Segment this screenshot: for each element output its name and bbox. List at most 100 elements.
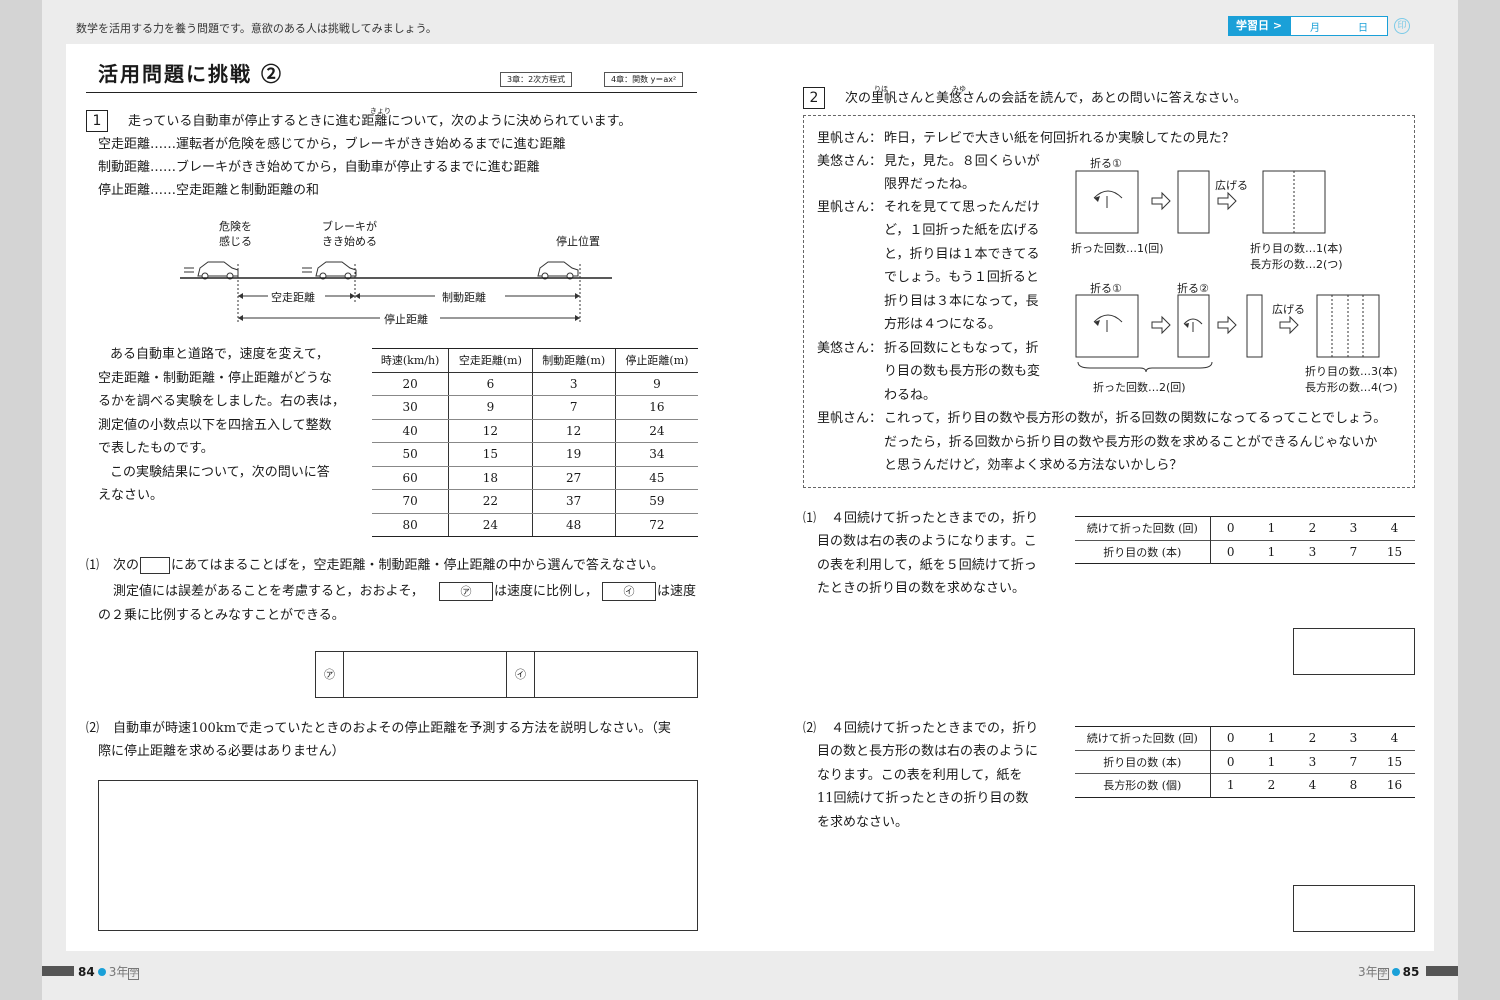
table-row: 40 12 12 24 [372, 419, 698, 443]
table-cell: 0 [1226, 754, 1235, 769]
arrow-icon [1217, 191, 1237, 211]
q1-para: この実験結果について，次の問いに答 [110, 465, 330, 480]
table-cell: 16 [614, 395, 698, 420]
table-row: 80 24 48 72 [372, 513, 698, 537]
definition: 制動距離……ブレーキがきき始めてから，自動車が停止するまでに進む距離 [98, 160, 540, 175]
answer-box-q2-2[interactable] [1293, 885, 1415, 932]
dialogue-line: でしょう。もう１回折ると [884, 270, 1039, 285]
table-cell: 4 [1308, 778, 1317, 793]
table-cell: 1 [1226, 778, 1235, 793]
table-cell: 24 [614, 419, 698, 443]
table-cell: 15 [448, 442, 533, 467]
page-number-left: 84 3年学 [78, 965, 140, 980]
title-underline [86, 92, 697, 93]
chapter-tag: 4章：関数 y＝ax² [604, 72, 684, 87]
count-label: 折った回数…2(回) [1093, 381, 1186, 394]
table-cell: 16 [1386, 778, 1403, 793]
car-icon [184, 261, 239, 280]
study-day-field[interactable]: 学習日 > 月 日 印 [1228, 16, 1411, 36]
label-kuso: 空走距離 [271, 291, 315, 304]
q1-para: えなさい。 [98, 488, 164, 503]
ans-a-label: ㋐ [316, 652, 344, 697]
ruby: みゆ [952, 85, 966, 93]
table-row: 続けて折った回数 (回) 0 1 2 3 4 [1075, 516, 1415, 540]
dialogue-line: ど，１回折った紙を広げる [884, 223, 1040, 238]
sub-label: ⑵ [86, 721, 100, 736]
page-title: 活用問題に挑戦 ② [98, 62, 283, 86]
sub-label: ⑵ [803, 721, 817, 736]
fold-diagram-1 [1075, 170, 1326, 234]
definition: 空走距離……運転者が危険を感じてから，ブレーキがきき始めるまでに進む距離 [98, 137, 566, 152]
table-cell: 50 [372, 442, 449, 467]
q1-para: ある自動車と道路で，速度を変えて， [110, 347, 329, 362]
fold-diagram-2 [1075, 294, 1380, 372]
arrow-icon [1151, 315, 1171, 335]
answer-box-q1-1[interactable]: ㋐ ㋑ [315, 651, 698, 698]
sub1-line2b: は速度に比例し， [494, 584, 599, 599]
table-cell: 1 [1267, 544, 1276, 559]
ruby: きょり [370, 107, 391, 115]
dialogue-line: わるね。 [884, 388, 937, 403]
dialogue-line: だったら，折る回数から折り目の数や長方形の数を求めることができるんじゃないか [884, 435, 1378, 450]
row-header: 長方形の数 (個) [1075, 773, 1211, 797]
fold-table-2: 続けて折った回数 (回) 0 1 2 3 4 折り目の数 (本) 0 1 3 7 15 長方形の… [1075, 726, 1415, 798]
q2-intro: 次の里帆さんと美悠さんの会話を読んで，あとの問いに答えなさい。 [845, 91, 1247, 106]
column-header: 停止距離(m) [614, 348, 698, 373]
table-cell: 34 [614, 442, 698, 467]
table-cell: 40 [372, 419, 449, 443]
q1-para: 測定値の小数点以下を四捨五入して整数 [98, 418, 332, 433]
result-label: 折り目の数…1(本) [1250, 242, 1343, 255]
sub1-line3: の２乗に比例するとみなすことができる。 [98, 608, 345, 623]
footer-bar [1426, 966, 1458, 976]
study-day-label: 学習日 > [1228, 16, 1291, 36]
table-cell: 22 [448, 489, 533, 514]
table-cell: 12 [448, 419, 533, 443]
table-cell: 27 [531, 466, 616, 490]
header-note: 数学を活用する力を養う問題です。意欲のある人は挑戦してみましょう。 [76, 22, 437, 35]
label-danger: 危険を 感じる [219, 220, 252, 248]
sub-label: ⑴ [86, 558, 100, 573]
blank-box [140, 557, 170, 574]
table-row: 70 22 37 59 [372, 489, 698, 514]
speaker: 里帆さん： [817, 200, 883, 215]
table-cell: 45 [614, 466, 698, 490]
sub1-line2c: は速度 [657, 584, 697, 599]
dialogue-line: と思うんだけど，効率よく求める方法ないかしら？ [884, 458, 1183, 473]
table-cell: 1 [1267, 731, 1276, 746]
table-cell: 20 [372, 372, 449, 396]
answer-box-q1-2[interactable] [98, 780, 698, 931]
column-header: 時速(km/h) [372, 348, 449, 373]
table-row: 長方形の数 (個) 1 2 4 8 16 [1075, 773, 1415, 797]
arrow-icon [1217, 315, 1237, 335]
dialogue-line: 方形は４つになる。 [884, 317, 1002, 332]
table-row: 続けて折った回数 (回) 0 1 2 3 4 [1075, 726, 1415, 750]
ans-b-field[interactable] [535, 652, 697, 697]
sub2-line2: 際に停止距離を求める必要はありません） [98, 744, 345, 759]
table-cell: 3 [1308, 754, 1317, 769]
column-header: 制動距離(m) [531, 348, 616, 373]
table-cell: 9 [448, 395, 533, 420]
table-cell: 18 [448, 466, 533, 490]
ans-b-label: ㋑ [507, 652, 535, 697]
study-day-input[interactable]: 月 日 [1290, 16, 1389, 36]
table-cell: 60 [372, 466, 449, 490]
ans-a-field[interactable] [344, 652, 507, 697]
dialogue-line: これって，折り目の数や長方形の数が，折る回数の関数になってるってことでしょう。 [884, 411, 1387, 426]
table-cell: 7 [1349, 754, 1358, 769]
table-cell: 3 [1349, 521, 1358, 536]
blank-b: ㋑ [602, 582, 656, 601]
car-icon [302, 261, 357, 280]
table-cell: 48 [531, 513, 616, 537]
sub-text: 11回続けて折ったときの折り目の数 [817, 791, 1029, 806]
table-row: 60 18 27 45 [372, 466, 698, 490]
table-cell: 72 [614, 513, 698, 537]
table-cell: 4 [1390, 731, 1399, 746]
answer-box-q2-1[interactable] [1293, 628, 1415, 675]
table-cell: 2 [1308, 521, 1317, 536]
table-cell: 6 [448, 372, 533, 396]
row-header: 折り目の数 (本) [1075, 540, 1211, 564]
speed-table: 時速(km/h) 空走距離(m) 制動距離(m) 停止距離(m) 20 6 3 9 3… [372, 348, 698, 537]
result-label: 折り目の数…3(本) [1305, 365, 1398, 378]
label-stop: 停止位置 [556, 235, 600, 248]
table-cell: 70 [372, 489, 449, 514]
